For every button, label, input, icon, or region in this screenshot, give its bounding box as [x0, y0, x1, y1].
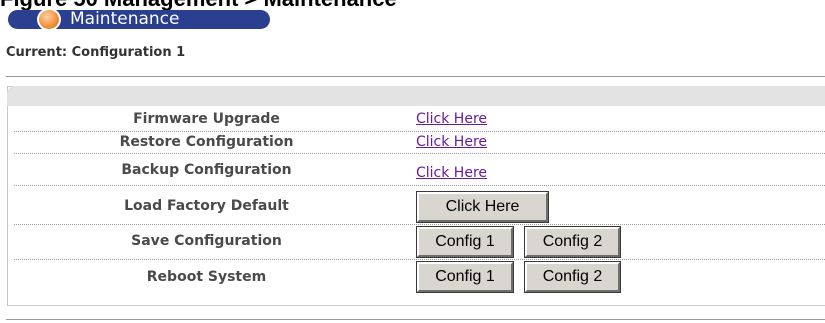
save-config-1-button[interactable]: Config 1 — [416, 226, 514, 258]
row-reboot-system: Reboot System Config 1 Config 2 — [14, 260, 825, 296]
row-backup-configuration: Backup Configuration Click Here — [14, 154, 825, 186]
restore-configuration-link[interactable]: Click Here — [416, 134, 487, 150]
page-title: Maintenance — [70, 9, 180, 29]
save-config-2-button[interactable]: Config 2 — [524, 226, 621, 258]
firmware-upgrade-link[interactable]: Click Here — [416, 111, 487, 127]
row-label: Reboot System — [146, 269, 267, 285]
backup-configuration-link[interactable]: Click Here — [416, 165, 487, 181]
reboot-config-2-button[interactable]: Config 2 — [524, 261, 621, 293]
row-save-configuration: Save Configuration Config 1 Config 2 — [14, 225, 825, 260]
panel-header-bar — [7, 86, 825, 106]
row-label: Firmware Upgrade — [133, 111, 280, 127]
row-label: Restore Configuration — [119, 134, 294, 150]
orange-bullet-icon — [37, 8, 61, 31]
row-label: Load Factory Default — [124, 198, 289, 214]
section-header-pill: Maintenance — [8, 8, 270, 31]
reboot-config-1-button[interactable]: Config 1 — [416, 261, 514, 293]
load-factory-default-button[interactable]: Click Here — [416, 191, 549, 223]
top-divider — [6, 76, 825, 77]
row-label: Backup Configuration — [121, 162, 292, 178]
row-restore-configuration: Restore Configuration Click Here — [14, 132, 825, 154]
row-load-factory-default: Load Factory Default Click Here — [14, 186, 825, 225]
bottom-divider — [6, 319, 825, 320]
current-config-label: Current: Configuration 1 — [6, 45, 186, 60]
row-label: Save Configuration — [131, 233, 282, 249]
row-firmware-upgrade: Firmware Upgrade Click Here — [14, 109, 825, 132]
